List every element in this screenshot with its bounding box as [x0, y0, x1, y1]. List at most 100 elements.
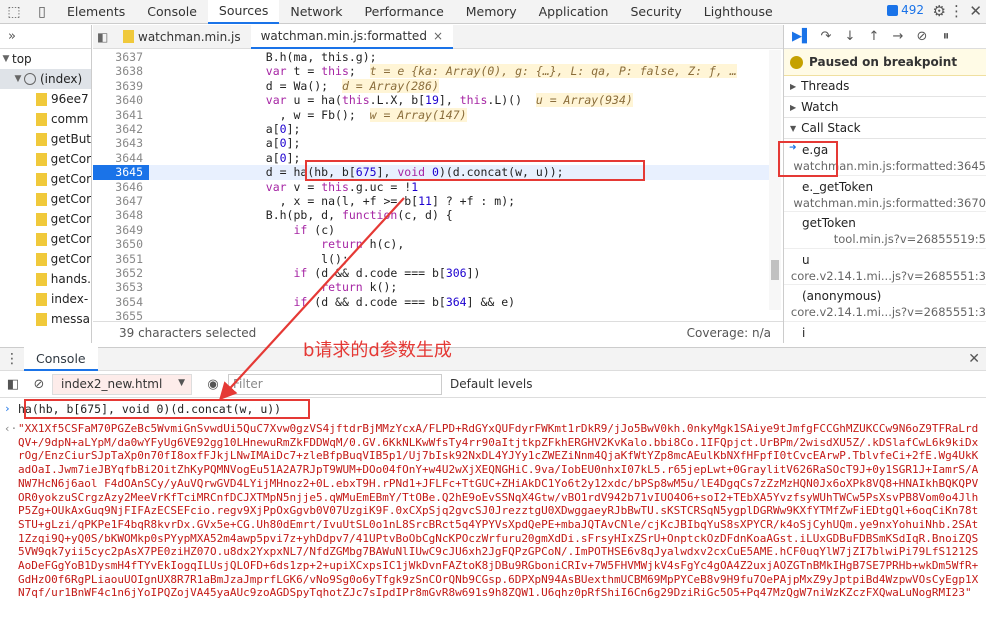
code-line: d = Wa(); d = Array(286) [155, 78, 439, 93]
expanded-caret-icon: ▼ [790, 123, 797, 133]
section-watch[interactable]: ▶ Watch [784, 97, 986, 118]
console-output[interactable]: › ha(hb, b[675], void 0)(d.concat(w, u))… [0, 398, 986, 622]
section-threads[interactable]: ▶ Threads [784, 76, 986, 97]
tree-item-top[interactable]: ▼ top [0, 49, 91, 69]
tab-security[interactable]: Security [619, 0, 692, 24]
line-number[interactable]: 3638 [93, 64, 149, 78]
frame-location[interactable]: watchman.min.js:formatted:3645 [793, 159, 986, 173]
code-line: , w = Fb(); w = Array(147) [155, 107, 467, 122]
device-toolbar-icon[interactable]: ▯ [28, 0, 56, 24]
editor-tab-minified[interactable]: watchman.min.js [113, 25, 251, 49]
tree-label: getCor [50, 152, 91, 166]
line-number[interactable]: 3650 [93, 237, 149, 251]
tree-item-file[interactable]: getCor [0, 149, 91, 169]
tab-elements[interactable]: Elements [56, 0, 136, 24]
live-expression-eye-icon[interactable]: ◉ [200, 377, 226, 392]
line-number[interactable]: 3653 [93, 280, 149, 294]
tree-item-file[interactable]: getCor [0, 229, 91, 249]
step-over-icon[interactable]: ↷ [814, 26, 838, 48]
context-selector[interactable]: index2_new.html ▼ [52, 373, 192, 395]
tree-item-index[interactable]: ▼ (index) [0, 69, 91, 89]
drawer-tab-bar: ⋮ Console ✕ [0, 347, 986, 371]
breakpoint-line-number[interactable]: 3645 [93, 165, 149, 180]
tab-performance[interactable]: Performance [354, 0, 455, 24]
line-number[interactable]: 3637 [93, 50, 149, 64]
line-number[interactable]: 3649 [93, 223, 149, 237]
tree-item-file[interactable]: messa [0, 309, 91, 329]
tree-label: top [12, 52, 32, 66]
close-drawer-icon[interactable]: ✕ [968, 351, 980, 367]
call-frame[interactable]: u core.v2.14.1.mi...js?v=2685551:3 [784, 249, 986, 286]
line-number[interactable]: 3652 [93, 266, 149, 280]
call-frame[interactable]: e._getToken watchman.min.js:formatted:367… [784, 176, 986, 213]
more-options-icon[interactable]: ⋮ [949, 2, 964, 20]
log-levels-dropdown[interactable]: Default levels [450, 377, 532, 391]
tree-item-file[interactable]: getCor [0, 249, 91, 269]
navigator-more-icon[interactable]: » [0, 25, 91, 49]
tab-network[interactable]: Network [279, 0, 353, 24]
tree-label: (index) [40, 72, 83, 86]
step-icon[interactable]: → [886, 26, 910, 48]
line-number[interactable]: 3646 [93, 180, 149, 194]
close-devtools-icon[interactable]: ✕ [969, 2, 982, 20]
resume-icon[interactable]: ▶▌ [790, 26, 814, 48]
frame-location[interactable]: tool.min.js?v=26855519:5 [834, 232, 986, 246]
line-number[interactable]: 3651 [93, 252, 149, 266]
frame-location[interactable]: core.v2.14.1.mi...js?v=2685551:3 [791, 269, 986, 283]
tab-lighthouse[interactable]: Lighthouse [693, 0, 784, 24]
scroll-thumb[interactable] [771, 260, 779, 280]
line-number[interactable]: 3647 [93, 194, 149, 208]
tree-label: getCor [50, 252, 91, 266]
devtools-tab-bar: ⬚ ▯ Elements Console Sources Network Per… [0, 0, 986, 24]
sidebar-toggle-icon[interactable]: ◧ [0, 377, 26, 392]
close-tab-icon[interactable]: × [433, 29, 443, 43]
code-view[interactable]: 3637 3638 3639 3640 3641 3642 3643 3644 … [93, 50, 783, 322]
frame-location[interactable]: core.v2.14.1.mi...js?v=2685551:3 [791, 305, 986, 319]
tree-item-file[interactable]: comm [0, 109, 91, 129]
tab-memory[interactable]: Memory [455, 0, 528, 24]
tree-item-file[interactable]: getCor [0, 169, 91, 189]
deactivate-breakpoints-icon[interactable]: ⊘ [910, 26, 934, 48]
drawer-menu-icon[interactable]: ⋮ [0, 351, 24, 367]
section-call-stack[interactable]: ▼ Call Stack [784, 118, 986, 139]
input-prompt-icon: › [4, 402, 11, 415]
tree-label: getCor [50, 172, 91, 186]
tree-item-file[interactable]: getCor [0, 189, 91, 209]
toggle-navigator-icon[interactable]: ◧ [93, 25, 113, 49]
editor-tab-formatted[interactable]: watchman.min.js:formatted × [250, 24, 453, 49]
step-out-icon[interactable]: ↑ [862, 26, 886, 48]
tree-item-file[interactable]: index- [0, 289, 91, 309]
inspect-element-icon[interactable]: ⬚ [0, 0, 28, 24]
tree-item-file[interactable]: getBut [0, 129, 91, 149]
line-number[interactable]: 3642 [93, 122, 149, 136]
pause-on-exceptions-icon[interactable]: ⏸ [934, 26, 958, 48]
editor-vertical-scrollbar[interactable] [769, 50, 781, 310]
code-line: a[0]; [155, 122, 301, 136]
editor-tabs: ◧ watchman.min.js watchman.min.js:format… [93, 24, 783, 49]
call-frame[interactable]: getToken tool.min.js?v=26855519:5 [784, 212, 986, 249]
line-number[interactable]: 3639 [93, 79, 149, 93]
line-number[interactable]: 3641 [93, 108, 149, 122]
tab-application[interactable]: Application [528, 0, 620, 24]
coverage-status: Coverage: n/a [686, 325, 771, 340]
line-number[interactable]: 3648 [93, 208, 149, 222]
call-frame[interactable]: i [784, 322, 986, 343]
call-frame[interactable]: (anonymous) core.v2.14.1.mi...js?v=268555… [784, 285, 986, 322]
tree-item-file[interactable]: hands. [0, 269, 91, 289]
drawer-tab-console[interactable]: Console [24, 347, 98, 371]
tree-item-file[interactable]: 96ee7 [0, 89, 91, 109]
tree-item-file[interactable]: getCor [0, 209, 91, 229]
clear-console-icon[interactable]: ⊘ [26, 377, 52, 392]
issues-counter[interactable]: 492 [887, 3, 924, 17]
step-into-icon[interactable]: ↓ [838, 26, 862, 48]
line-number[interactable]: 3654 [93, 295, 149, 309]
frame-location[interactable]: watchman.min.js:formatted:3670 [793, 196, 986, 210]
call-frame[interactable]: ➜ e.ga watchman.min.js:formatted:3645 [784, 139, 986, 176]
line-number[interactable]: 3643 [93, 136, 149, 150]
line-number[interactable]: 3640 [93, 93, 149, 107]
settings-gear-icon[interactable]: ⚙ [933, 2, 946, 20]
tab-console[interactable]: Console [136, 0, 208, 24]
console-filter-input[interactable]: Filter [228, 373, 442, 395]
tab-sources[interactable]: Sources [207, 0, 280, 24]
line-number[interactable]: 3644 [93, 151, 149, 165]
